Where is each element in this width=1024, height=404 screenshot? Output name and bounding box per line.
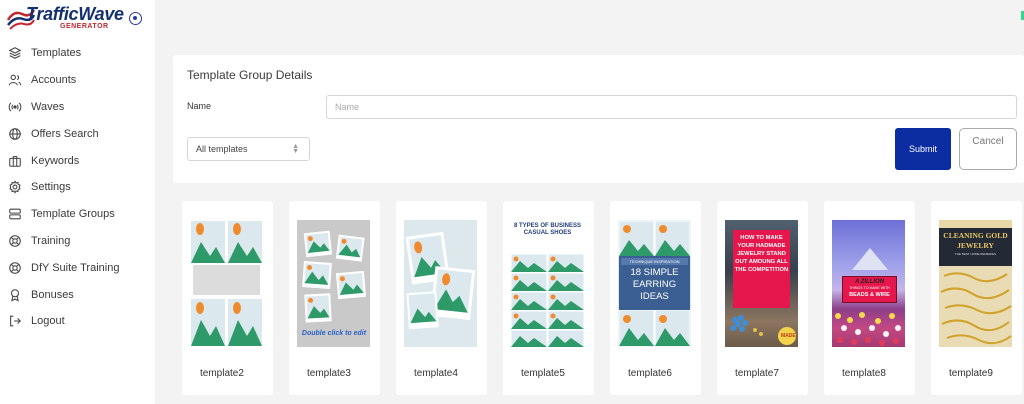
template-subline: THE BEST HOME REMEDIES <box>955 252 996 256</box>
sidebar-item-logout[interactable]: Logout <box>0 308 155 335</box>
gear-icon <box>8 180 22 195</box>
template-filter-value: All templates <box>196 144 248 154</box>
template-thumbnail[interactable]: CLEANING GOLD JEWELRY THE BEST HOME REME… <box>939 220 1012 347</box>
sidebar: TrafficWave GENERATOR Templates Accounts… <box>0 0 155 404</box>
template-thumbnail[interactable]: 8 TYPES OF BUSINESS CASUAL SHOES <box>511 220 584 347</box>
sidebar-item-templates[interactable]: Templates <box>0 40 155 67</box>
sidebar-nav: Templates Accounts Waves Offers Search K… <box>0 40 155 335</box>
template-preview-graphic: Double click to edit <box>302 230 367 337</box>
template-preview-graphic <box>939 266 1012 347</box>
submit-button[interactable]: Submit <box>895 128 951 170</box>
template-headline-top: A ZILLION <box>854 279 885 285</box>
sidebar-item-offers-search[interactable]: Offers Search <box>0 120 155 147</box>
template-card[interactable]: template4 <box>396 201 487 395</box>
broadcast-icon <box>8 100 22 114</box>
template-header-panel: CLEANING GOLD JEWELRY THE BEST HOME REME… <box>939 228 1012 266</box>
name-label: Name <box>187 101 212 111</box>
template-thumbnail[interactable] <box>190 220 263 347</box>
brand-title: TrafficWave <box>26 4 124 24</box>
template-name: template7 <box>735 368 779 379</box>
sidebar-item-accounts[interactable]: Accounts <box>0 67 155 94</box>
template-card[interactable]: Double click to edit template3 <box>289 201 380 395</box>
sidebar-item-label: Logout <box>31 315 65 328</box>
sidebar-item-label: Offers Search <box>31 127 99 140</box>
template-thumbnail[interactable]: Double click to edit <box>297 220 370 347</box>
template-name: template6 <box>628 368 672 379</box>
template-preview-graphic <box>191 221 262 346</box>
template-thumbnail[interactable]: A ZILLION THINGS TO MAKE WITH BEADS & WI… <box>832 220 905 347</box>
sidebar-item-label: Templates <box>31 47 82 60</box>
template-thumbnail[interactable]: TECHNIQUE INSPIRATION 18 SIMPLE EARRING … <box>618 220 691 347</box>
template-headline: HOW TO MAKE YOUR HADMADE JEWELRY STAND O… <box>733 230 790 308</box>
template-name: template4 <box>414 368 458 379</box>
sidebar-item-label: Waves <box>31 100 65 113</box>
globe-icon <box>8 127 22 141</box>
sidebar-item-waves[interactable]: Waves <box>0 94 155 121</box>
template-thumbnail[interactable]: HOW TO MAKE YOUR HADMADE JEWELRY STAND O… <box>725 220 798 347</box>
brand-subtitle: GENERATOR <box>60 23 109 30</box>
layers-icon <box>8 46 22 60</box>
template-preview-graphic <box>511 254 584 347</box>
sidebar-item-label: Training <box>31 234 71 247</box>
template-card[interactable]: TECHNIQUE INSPIRATION 18 SIMPLE EARRING … <box>610 201 701 395</box>
template-card[interactable]: template2 <box>182 201 273 395</box>
sidebar-item-label: Accounts <box>31 74 77 87</box>
sidebar-item-label: DfY Suite Training <box>31 261 120 274</box>
template-name: template9 <box>949 368 993 379</box>
cancel-button[interactable]: Cancel <box>959 128 1017 170</box>
sidebar-item-label: Settings <box>31 181 71 194</box>
template-card[interactable]: CLEANING GOLD JEWELRY THE BEST HOME REME… <box>931 201 1022 395</box>
template-name: template3 <box>307 368 351 379</box>
template-headline: CLEANING GOLD JEWELRY <box>943 231 1008 250</box>
sidebar-item-dfy-suite-training[interactable]: DfY Suite Training <box>0 254 155 281</box>
server-icon <box>8 207 22 221</box>
template-headline: 8 TYPES OF BUSINESS CASUAL SHOES <box>513 223 582 236</box>
sidebar-item-label: Template Groups <box>31 208 115 221</box>
sidebar-toggle-button[interactable] <box>129 12 142 25</box>
template-name: template5 <box>521 368 565 379</box>
sidebar-item-template-groups[interactable]: Template Groups <box>0 201 155 228</box>
logout-icon <box>8 314 22 328</box>
sidebar-item-label: Keywords <box>31 154 80 167</box>
template-headline-panel: A ZILLION THINGS TO MAKE WITH BEADS & WI… <box>842 276 897 303</box>
award-icon <box>8 288 22 302</box>
name-input[interactable] <box>326 95 1017 119</box>
template-caption: Double click to edit <box>302 330 367 337</box>
template-name: template2 <box>200 368 244 379</box>
template-group-form: Template Group Details Name All template… <box>173 55 1024 183</box>
sort-arrows-icon: ▲ ▼ <box>292 143 299 155</box>
sidebar-item-keywords[interactable]: Keywords <box>0 147 155 174</box>
template-preview-graphic <box>405 231 476 330</box>
sidebar-item-label: Bonuses <box>31 288 74 301</box>
template-preview-graphic <box>730 315 796 345</box>
template-name: template8 <box>842 368 886 379</box>
template-banner: TECHNIQUE INSPIRATION <box>621 258 688 265</box>
template-headline-bottom: BEADS & WIRE <box>849 292 890 298</box>
sidebar-item-settings[interactable]: Settings <box>0 174 155 201</box>
lifebuoy-icon <box>8 261 22 275</box>
template-thumbnail[interactable] <box>404 220 477 347</box>
template-card[interactable]: HOW TO MAKE YOUR HADMADE JEWELRY STAND O… <box>717 201 808 395</box>
lifebuoy-icon <box>8 234 22 248</box>
page-title: Template Group Details <box>187 68 313 82</box>
template-card[interactable]: A ZILLION THINGS TO MAKE WITH BEADS & WI… <box>824 201 915 395</box>
brand-logo[interactable]: TrafficWave GENERATOR <box>6 4 124 32</box>
sidebar-item-training[interactable]: Training <box>0 228 155 255</box>
template-card[interactable]: 8 TYPES OF BUSINESS CASUAL SHOES templat… <box>503 201 594 395</box>
briefcase-icon <box>8 154 22 168</box>
made-badge: MADE <box>781 333 796 339</box>
template-headline: 18 SIMPLE EARRING IDEAS <box>630 267 679 302</box>
sidebar-item-bonuses[interactable]: Bonuses <box>0 281 155 308</box>
template-filter-select[interactable]: All templates ▲ ▼ <box>187 137 310 161</box>
users-icon <box>8 73 22 87</box>
